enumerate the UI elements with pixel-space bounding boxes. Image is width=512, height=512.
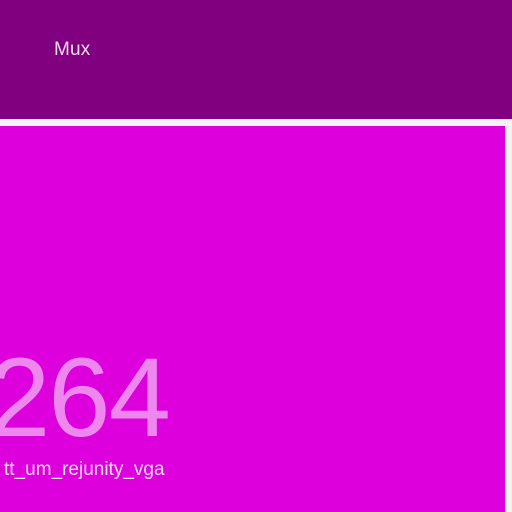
app-window: Mux 264 tt_um_rejunity_vga xyxy=(0,0,512,512)
header-divider xyxy=(0,119,512,126)
project-tile[interactable]: 264 tt_um_rejunity_vga xyxy=(0,126,505,512)
right-margin xyxy=(505,126,512,512)
tile-value: 264 xyxy=(0,335,171,460)
top-app-bar: Mux xyxy=(0,0,512,119)
tile-label: tt_um_rejunity_vga xyxy=(4,459,165,480)
app-title: Mux xyxy=(54,39,91,60)
